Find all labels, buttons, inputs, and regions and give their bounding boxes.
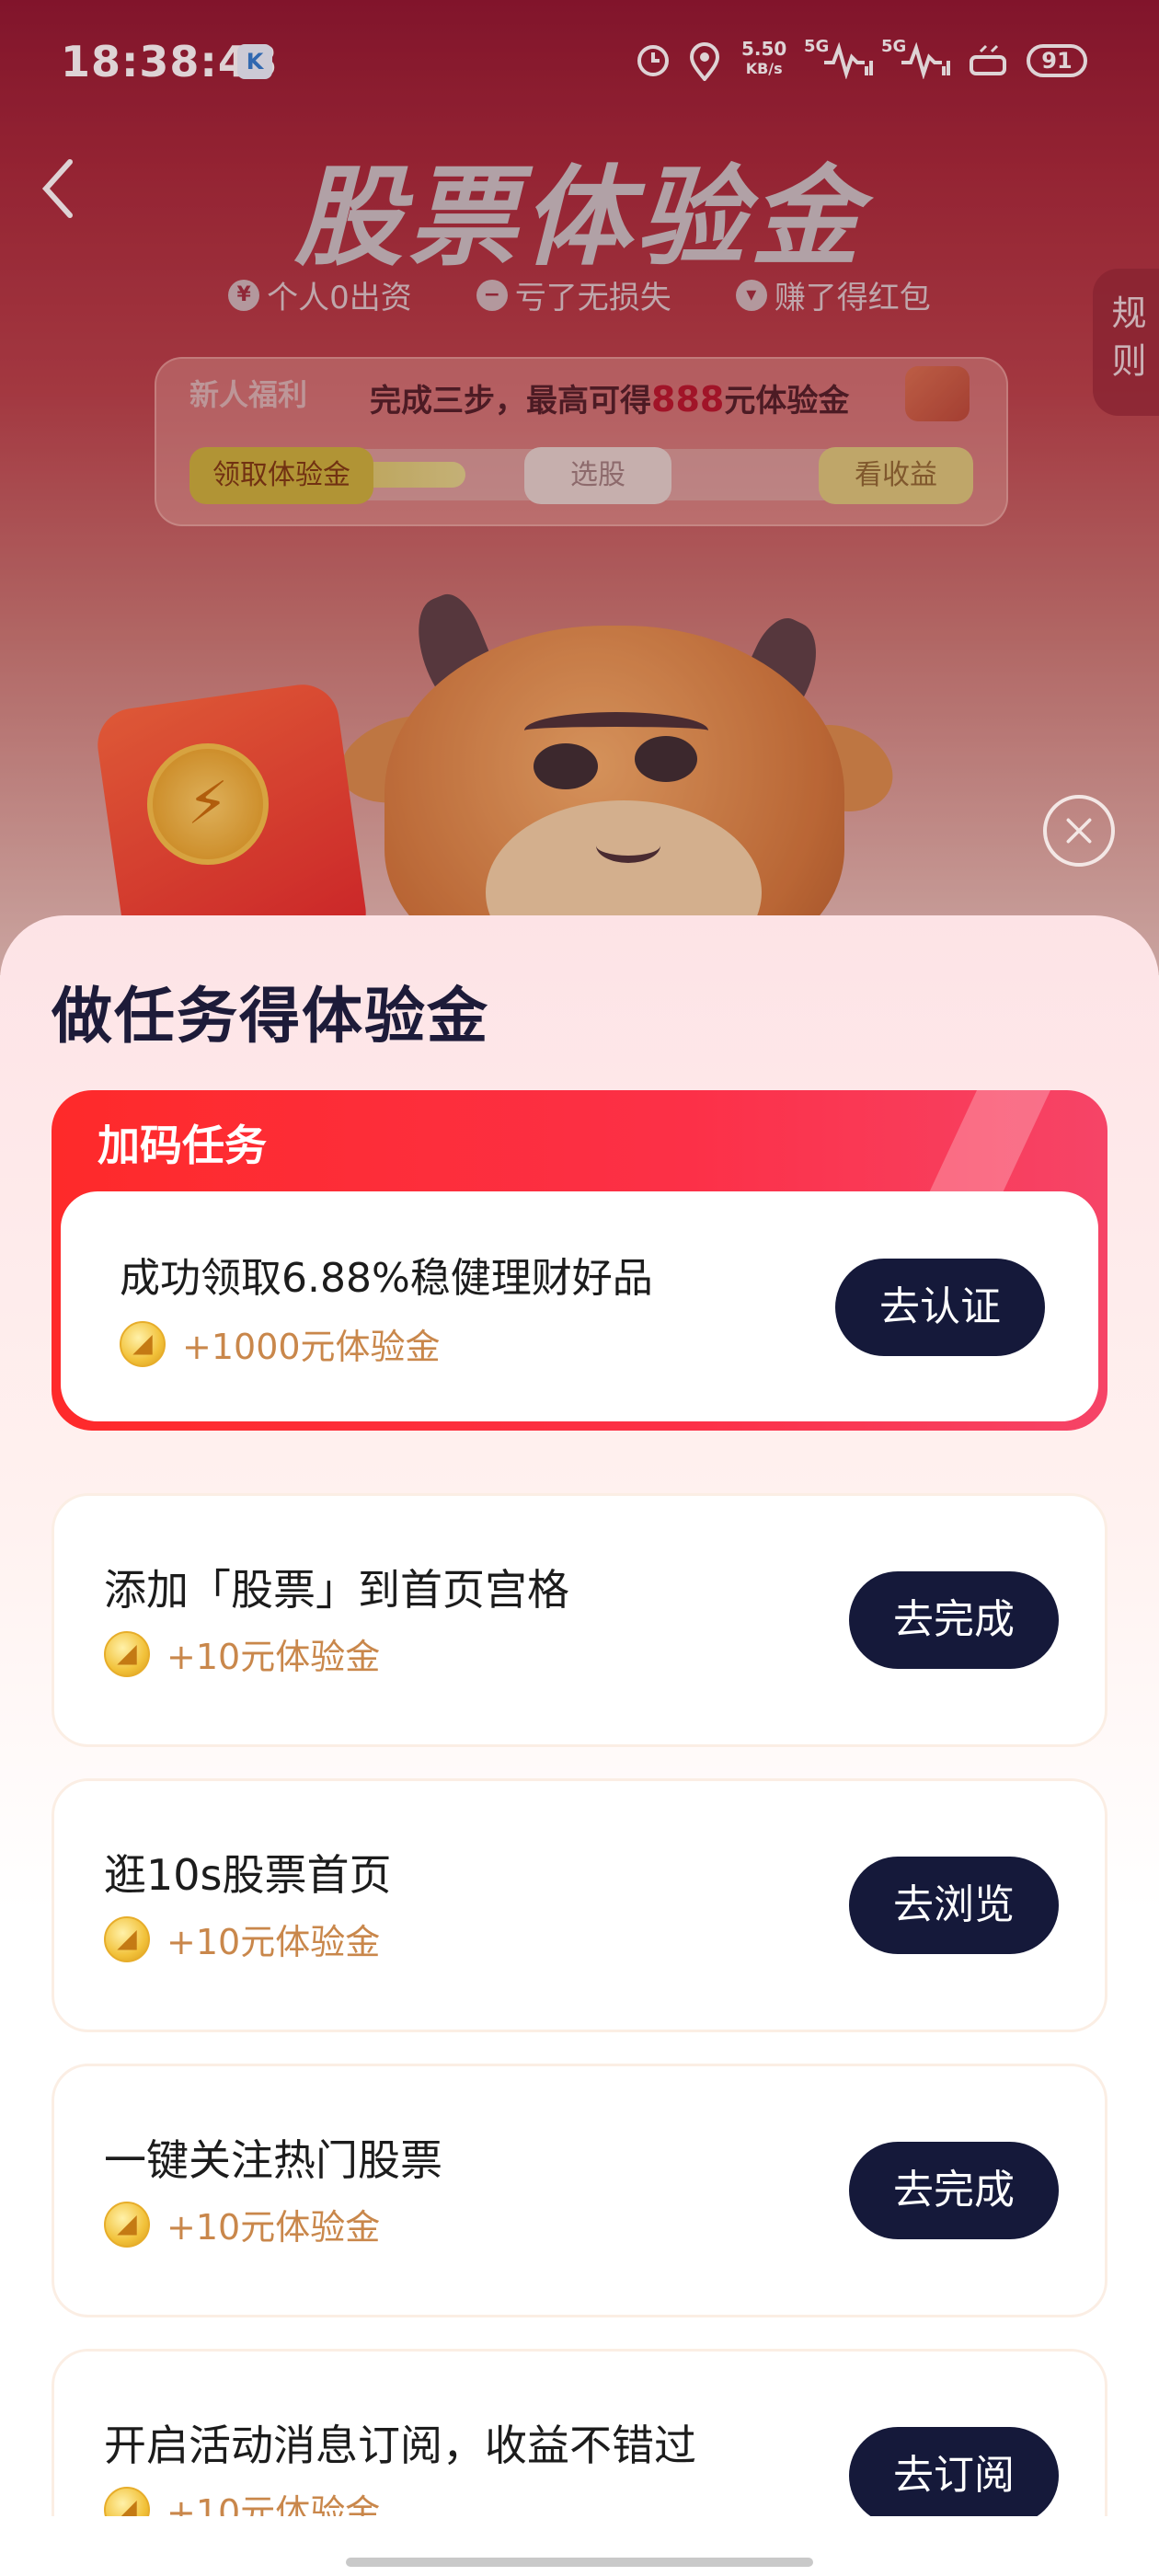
modal-overlay	[0, 0, 1159, 975]
reward-text: +10元体验金	[166, 1922, 381, 1962]
task-title: 开启活动消息订阅，收益不错过	[104, 2421, 696, 2470]
close-icon[interactable]	[1043, 795, 1115, 867]
coin-icon: ◢	[104, 2201, 150, 2248]
complete-button[interactable]: 去完成	[849, 1571, 1059, 1669]
reward-text: +1000元体验金	[182, 1327, 441, 1367]
coin-icon: ◢	[104, 1915, 150, 1962]
task-item-follow-hot-stocks: 一键关注热门股票 ◢ +10元体验金 去完成	[52, 2064, 1107, 2317]
browse-button[interactable]: 去浏览	[849, 1857, 1059, 1954]
bonus-task-label: 加码任务	[98, 1121, 267, 1170]
bonus-task-item: 成功领取6.88%稳健理财好品 ◢ +1000元体验金 去认证	[61, 1191, 1098, 1421]
home-indicator[interactable]	[346, 2558, 813, 2567]
reward-text: +10元体验金	[166, 1637, 381, 1677]
reward-text: +10元体验金	[166, 2207, 381, 2248]
task-item-browse-stock-home: 逛10s股票首页 ◢ +10元体验金 去浏览	[52, 1778, 1107, 2032]
complete-button[interactable]: 去完成	[849, 2142, 1059, 2239]
verify-button[interactable]: 去认证	[835, 1259, 1045, 1356]
coin-icon: ◢	[104, 1630, 150, 1677]
task-reward: ◢ +10元体验金	[104, 2199, 380, 2249]
task-title: 一键关注热门股票	[104, 2135, 442, 2185]
sheet-title: 做任务得体验金	[52, 981, 489, 1052]
task-title: 添加「股票」到首页宫格	[104, 1565, 569, 1615]
bonus-task-card: 加码任务 成功领取6.88%稳健理财好品 ◢ +1000元体验金 去认证	[52, 1090, 1107, 1431]
bonus-decoration	[925, 1090, 1050, 1201]
coin-icon: ◢	[120, 1320, 166, 1367]
task-sheet: 做任务得体验金 加码任务 成功领取6.88%稳健理财好品 ◢ +1000元体验金…	[0, 915, 1159, 2576]
bottom-fade	[0, 2516, 1159, 2576]
task-reward: ◢ +1000元体验金	[120, 1318, 441, 1369]
task-reward: ◢ +10元体验金	[104, 1914, 380, 1964]
task-title: 成功领取6.88%稳健理财好品	[120, 1255, 653, 1302]
task-item-add-shortcut: 添加「股票」到首页宫格 ◢ +10元体验金 去完成	[52, 1493, 1107, 1747]
subscribe-button[interactable]: 去订阅	[849, 2427, 1059, 2524]
task-title: 逛10s股票首页	[104, 1850, 392, 1900]
task-reward: ◢ +10元体验金	[104, 1628, 380, 1679]
